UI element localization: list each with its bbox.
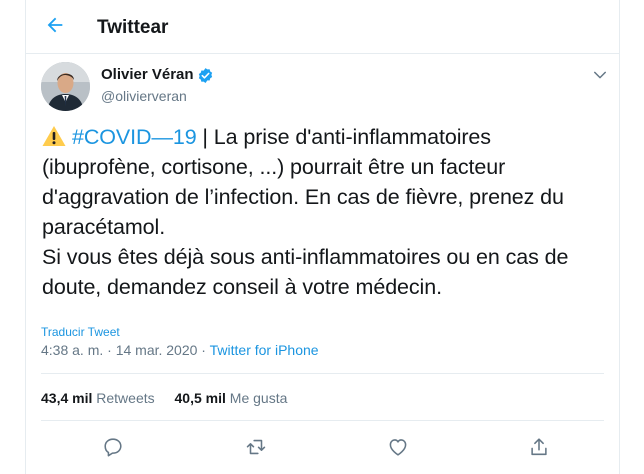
meta-separator: ·: [197, 342, 210, 358]
tweet-line-1: #COVID—19 | La prise d'anti-inflammatoir…: [42, 122, 612, 152]
divider: [41, 420, 604, 421]
tweet-line-6: doute, demandez conseil à votre médecin.: [42, 275, 442, 299]
tweet-detail-panel: Twittear Olivier Véran @olivierveran #CO…: [25, 0, 620, 474]
tweet-line-3: d'aggravation de l’infection. En cas de …: [42, 185, 564, 209]
tweet-line-2: (ibuprofène, cortisone, ...) pourrait êt…: [42, 155, 506, 179]
hashtag-link[interactable]: #COVID—19: [72, 125, 197, 149]
tweet-line-5: Si vous êtes déjà sous anti-inflammatoir…: [42, 245, 569, 269]
avatar-portrait-icon: [41, 62, 90, 111]
translate-tweet-link[interactable]: Traducir Tweet: [41, 325, 120, 339]
likes-stat[interactable]: 40,5 mil Me gusta: [175, 390, 288, 406]
warning-icon: [42, 126, 66, 146]
share-icon[interactable]: [528, 436, 550, 458]
divider: [41, 373, 604, 374]
arrow-left-icon[interactable]: [44, 14, 66, 36]
retweets-count: 43,4 mil: [41, 390, 93, 406]
source-link[interactable]: Twitter for iPhone: [210, 342, 319, 358]
verified-badge-icon: [198, 68, 213, 83]
avatar[interactable]: [41, 62, 90, 111]
likes-label: Me gusta: [229, 390, 288, 406]
retweet-icon[interactable]: [245, 436, 267, 458]
reply-icon[interactable]: [102, 436, 124, 458]
tweet-text: #COVID—19 | La prise d'anti-inflammatoir…: [42, 122, 612, 302]
retweets-stat[interactable]: 43,4 mil Retweets: [41, 390, 155, 406]
like-icon[interactable]: [387, 436, 409, 458]
tweet-stats: 43,4 mil Retweets 40,5 mil Me gusta: [41, 390, 303, 406]
tweet-meta: 4:38 a. m. · 14 mar. 2020 · Twitter for …: [41, 342, 319, 358]
page-title: Twittear: [97, 17, 169, 38]
author-name[interactable]: Olivier Véran: [101, 66, 194, 83]
tweet-line-1-text: | La prise d'anti-inflammatoires: [196, 125, 491, 149]
timestamp-link[interactable]: 4:38 a. m. · 14 mar. 2020: [41, 342, 197, 358]
chevron-down-icon[interactable]: [591, 66, 609, 84]
likes-count: 40,5 mil: [174, 390, 226, 406]
author-handle[interactable]: @olivierveran: [101, 88, 187, 104]
retweets-label: Retweets: [96, 390, 155, 406]
header-bar: Twittear: [26, 0, 619, 54]
tweet-line-4: paracétamol.: [42, 215, 166, 239]
